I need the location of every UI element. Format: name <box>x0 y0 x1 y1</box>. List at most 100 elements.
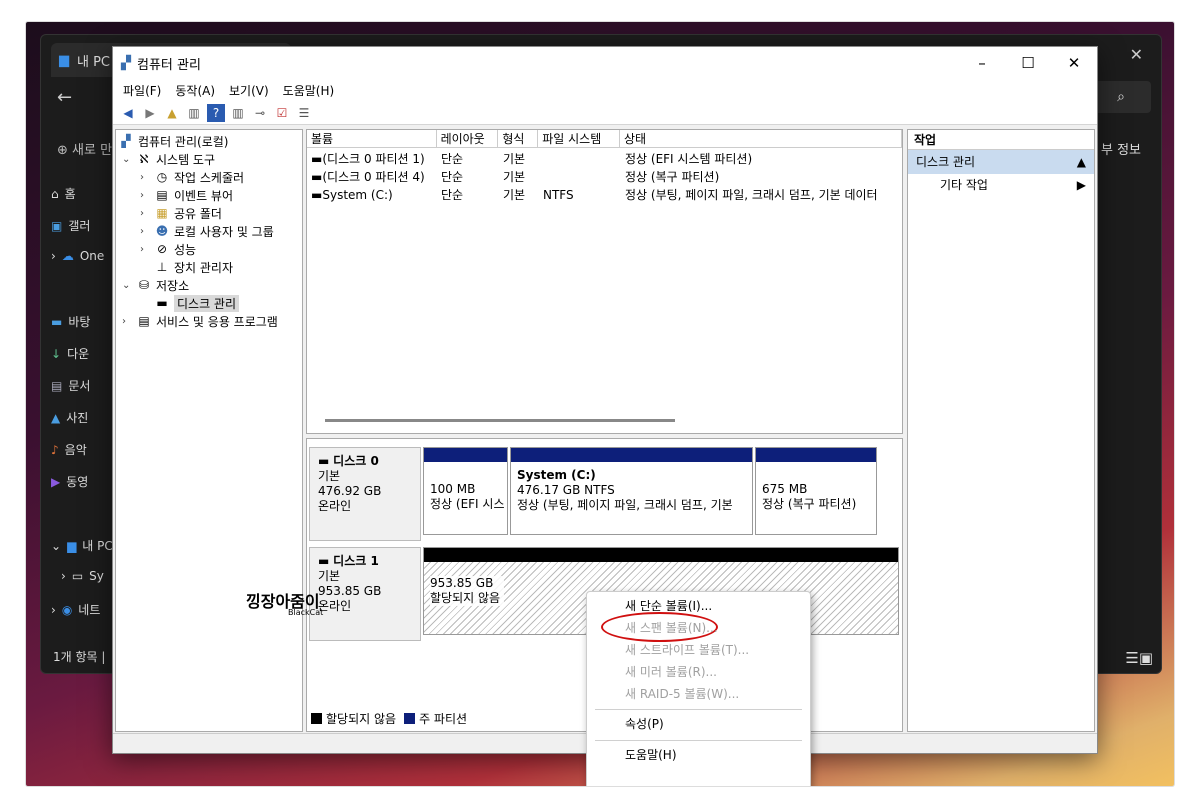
storage-icon: ⛁ <box>138 278 150 292</box>
nav-network[interactable]: › ◉ 네트 <box>51 601 100 618</box>
view-toggle-icon[interactable]: ☰▣ <box>1125 649 1153 667</box>
window-title: 컴퓨터 관리 <box>137 57 201 73</box>
nav-home[interactable]: ⌂ 홈 <box>51 185 76 202</box>
disk0-system-partition[interactable]: System (C:) 476.17 GB NTFS 정상 (부팅, 페이지 파일,… <box>510 447 753 535</box>
chevron-right-icon: › <box>51 602 56 617</box>
music-icon: ♪ <box>51 442 59 457</box>
table-row[interactable]: ▬System (C:) 단순 기본 NTFS 정상 (부팅, 페이지 파일, … <box>307 186 904 204</box>
nav-documents[interactable]: ▤ 문서 <box>51 377 90 394</box>
tree-storage[interactable]: ⌄ ⛁ 저장소 <box>122 276 189 294</box>
column-filesystem[interactable]: 파일 시스템 <box>538 130 620 147</box>
title-bar: ▞ 컴퓨터 관리 – ☐ ✕ <box>113 47 1097 79</box>
context-menu: 새 단순 볼륨(I)... 새 스팬 볼륨(N)... 새 스트라이프 볼륨(T… <box>586 591 811 786</box>
maximize-icon[interactable]: ☐ <box>1005 54 1051 72</box>
nav-onedrive[interactable]: › ☁ One <box>51 249 104 263</box>
menu-action[interactable]: 동작(A) <box>175 82 215 99</box>
menu-properties[interactable]: 속성(P) <box>625 714 664 734</box>
monitor-icon: ▆ <box>59 52 69 68</box>
tree-root[interactable]: ▞ 컴퓨터 관리(로컬) <box>118 132 228 150</box>
legend-primary-swatch <box>404 713 416 724</box>
monitor-icon: ▆ <box>67 538 77 553</box>
gallery-icon: ▣ <box>51 218 63 233</box>
performance-icon: ⊘ <box>156 242 168 256</box>
toolbar: ◀ ▶ ▲ ▥ ? ▥ ⊸ ☑ ☰ <box>113 101 1097 125</box>
menu-help[interactable]: 도움말(H) <box>625 745 677 765</box>
nav-music[interactable]: ♪ 음악 <box>51 441 87 458</box>
close-icon[interactable]: ✕ <box>1130 45 1143 64</box>
properties-icon[interactable]: ☰ <box>295 104 313 122</box>
column-status[interactable]: 상태 <box>620 130 902 147</box>
tree-local-users[interactable]: › ☻ 로컬 사용자 및 그룹 <box>140 222 274 240</box>
computer-management-icon: ▞ <box>121 55 131 71</box>
help-icon[interactable]: ? <box>207 103 225 122</box>
legend: 할당되지 않음 주 파티션 <box>311 710 467 727</box>
forward-icon[interactable]: ▶ <box>141 104 159 122</box>
explorer-status: 1개 항목 | <box>53 650 106 664</box>
up-folder-icon[interactable]: ▲ <box>163 104 181 122</box>
chevron-right-icon: ▶ <box>1076 178 1086 192</box>
menu-bar: 파일(F) 동작(A) 보기(V) 도움말(H) <box>113 79 1097 101</box>
tree-device-manager[interactable]: ⊥ 장치 관리자 <box>154 258 233 276</box>
show-hide-action-icon[interactable]: ▥ <box>229 104 247 122</box>
table-row[interactable]: ▬(디스크 0 파티션 4) 단순 기본 정상 (복구 파티션) <box>307 168 904 186</box>
checklist-icon[interactable]: ☑ <box>273 104 291 122</box>
disk0-efi-partition[interactable]: 100 MB 정상 (EFI 시스 <box>423 447 508 535</box>
users-icon: ☻ <box>155 224 169 238</box>
chevron-right-icon: › <box>61 569 66 583</box>
picture-icon: ▲ <box>51 410 61 425</box>
tree-disk-management[interactable]: ▬ 디스크 관리 <box>154 294 240 312</box>
back-icon[interactable]: ◀ <box>119 104 137 122</box>
chevron-right-icon: › <box>122 315 126 327</box>
device-manager-icon: ⊥ <box>156 260 168 274</box>
nav-system[interactable]: › ▭ Sy <box>61 569 104 583</box>
actions-section-disk-management[interactable]: 디스크 관리 ▲ <box>908 150 1094 174</box>
actions-more[interactable]: 기타 작업 ▶ <box>908 174 1094 196</box>
nav-downloads[interactable]: ↓ 다운 <box>51 345 89 362</box>
column-volume[interactable]: 볼륨 <box>307 130 437 147</box>
tree-services[interactable]: › ▤ 서비스 및 응용 프로그램 <box>122 312 278 330</box>
back-arrow-icon[interactable]: ← <box>57 87 72 108</box>
nav-this-pc[interactable]: ⌄ ▆ 내 PC <box>51 537 113 554</box>
connect-icon[interactable]: ⊸ <box>251 104 269 122</box>
column-layout[interactable]: 레이아웃 <box>437 130 499 147</box>
nav-pictures[interactable]: ▲ 사진 <box>51 409 88 426</box>
tree-event-viewer[interactable]: › ▤ 이벤트 뷰어 <box>140 186 233 204</box>
menu-separator <box>595 740 802 741</box>
chevron-right-icon: › <box>140 189 144 201</box>
menu-view[interactable]: 보기(V) <box>229 82 269 99</box>
horizontal-scrollbar[interactable] <box>325 419 675 422</box>
console-tree: ▞ 컴퓨터 관리(로컬) ⌄ ℵ 시스템 도구 › ◷ 작업 스케줄러 › ▤ 이벤트 뷰어 … <box>115 129 303 732</box>
new-button[interactable]: ⊕ 새로 만 <box>57 139 112 158</box>
menu-help[interactable]: 도움말(H) <box>283 82 335 99</box>
menu-new-simple-volume[interactable]: 새 단순 볼륨(I)... <box>625 596 712 616</box>
menu-new-mirrored-volume: 새 미러 볼륨(R)... <box>625 665 717 679</box>
video-icon: ▶ <box>51 474 61 489</box>
nav-videos[interactable]: ▶ 동영 <box>51 473 88 490</box>
search-icon[interactable]: ⌕ <box>1091 81 1151 113</box>
tree-shared-folders[interactable]: › ▦ 공유 폴더 <box>140 204 222 222</box>
details-label[interactable]: 부 정보 <box>1101 139 1141 158</box>
event-log-icon: ▤ <box>156 188 168 202</box>
disk-icon: ▬ <box>318 454 330 468</box>
minimize-icon[interactable]: – <box>959 54 1005 72</box>
table-row[interactable]: ▬(디스크 0 파티션 1) 단순 기본 정상 (EFI 시스템 파티션) <box>307 150 904 168</box>
chevron-right-icon: › <box>51 249 56 263</box>
column-type[interactable]: 형식 <box>498 130 539 147</box>
nav-desktop[interactable]: ▬ 바탕 <box>51 313 90 330</box>
menu-new-raid5-volume: 새 RAID-5 볼륨(W)... <box>625 687 740 701</box>
disk0-recovery-partition[interactable]: 675 MB 정상 (복구 파티션) <box>755 447 877 535</box>
cloud-icon: ☁ <box>61 249 74 263</box>
close-icon[interactable]: ✕ <box>1051 54 1097 72</box>
tree-system-tools[interactable]: ⌄ ℵ 시스템 도구 <box>122 150 215 168</box>
document-icon: ▤ <box>51 378 63 393</box>
home-icon: ⌂ <box>51 186 59 201</box>
nav-gallery[interactable]: ▣ 갤러 <box>51 217 90 234</box>
show-hide-tree-icon[interactable]: ▥ <box>185 104 203 122</box>
tree-task-scheduler[interactable]: › ◷ 작업 스케줄러 <box>140 168 244 186</box>
tree-performance[interactable]: › ⊘ 성능 <box>140 240 196 258</box>
menu-file[interactable]: 파일(F) <box>123 82 161 99</box>
watermark-sub: BlackCat <box>288 608 324 617</box>
disk1-label[interactable]: ▬ 디스크 1 기본 953.85 GB 온라인 <box>309 547 421 641</box>
disk0-label[interactable]: ▬ 디스크 0 기본 476.92 GB 온라인 <box>309 447 421 541</box>
chevron-right-icon: › <box>140 243 144 255</box>
